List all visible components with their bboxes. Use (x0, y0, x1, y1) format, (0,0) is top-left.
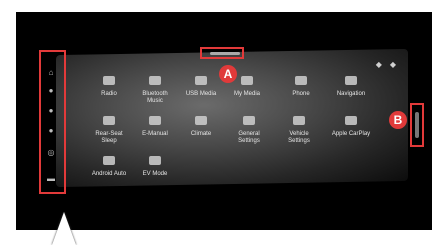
app-usb-media[interactable]: USB Media (176, 76, 226, 98)
app-navigation[interactable]: Navigation (326, 76, 376, 98)
android-auto-icon (103, 156, 115, 165)
app-label: Phone (292, 91, 310, 97)
callout-sidebar-box (39, 50, 66, 194)
vehicle-icon (293, 116, 305, 125)
callout-a-box (200, 47, 244, 59)
settings-icon (243, 116, 255, 125)
app-e-manual[interactable]: E-Manual (130, 116, 180, 138)
navigation-icon (345, 76, 357, 85)
app-radio[interactable]: Radio (84, 76, 134, 98)
climate-icon (195, 116, 207, 125)
manual-icon (149, 116, 161, 125)
app-my-media[interactable]: My Media (222, 76, 272, 98)
media-icon (241, 76, 253, 85)
callout-b-badge: B (389, 111, 407, 129)
app-label: Android Auto (91, 171, 127, 177)
app-ev-mode[interactable]: EV Mode (130, 156, 180, 178)
app-label: E-Manual (142, 131, 168, 137)
app-label: Apple CarPlay (331, 131, 371, 137)
pointer-arrow (52, 212, 76, 245)
app-label: Bluetooth Music (142, 91, 168, 104)
app-label: Vehicle Settings (288, 131, 310, 144)
app-vehicle-settings[interactable]: Vehicle Settings (274, 116, 324, 145)
app-phone[interactable]: Phone (276, 76, 326, 98)
app-label: USB Media (185, 91, 217, 97)
app-climate[interactable]: Climate (176, 116, 226, 138)
app-label: General Settings (238, 131, 260, 144)
app-label: EV Mode (142, 171, 168, 177)
app-label: Radio (101, 91, 117, 97)
app-rear-seat-sleep[interactable]: Rear-Seat Sleep (84, 116, 134, 145)
app-label: My Media (233, 91, 260, 97)
status-icon-1: ◆ (375, 60, 382, 69)
phone-icon (295, 76, 307, 85)
radio-icon (103, 76, 115, 85)
status-icon-2: ◆ (389, 60, 396, 69)
bluetooth-music-icon (149, 76, 161, 85)
rear-seat-icon (103, 116, 115, 125)
app-general-settings[interactable]: General Settings (224, 116, 274, 145)
app-bluetooth-music[interactable]: Bluetooth Music (130, 76, 180, 105)
ev-mode-icon (149, 156, 161, 165)
usb-icon (195, 76, 207, 85)
app-label: Navigation (336, 91, 366, 97)
app-android-auto[interactable]: Android Auto (84, 156, 134, 178)
app-label: Climate (190, 131, 212, 137)
side-handle[interactable] (415, 112, 419, 138)
carplay-icon (345, 116, 357, 125)
status-bar: ◆ ◆ (376, 60, 396, 69)
app-label: Rear-Seat Sleep (95, 131, 123, 144)
app-apple-carplay[interactable]: Apple CarPlay (326, 116, 376, 138)
